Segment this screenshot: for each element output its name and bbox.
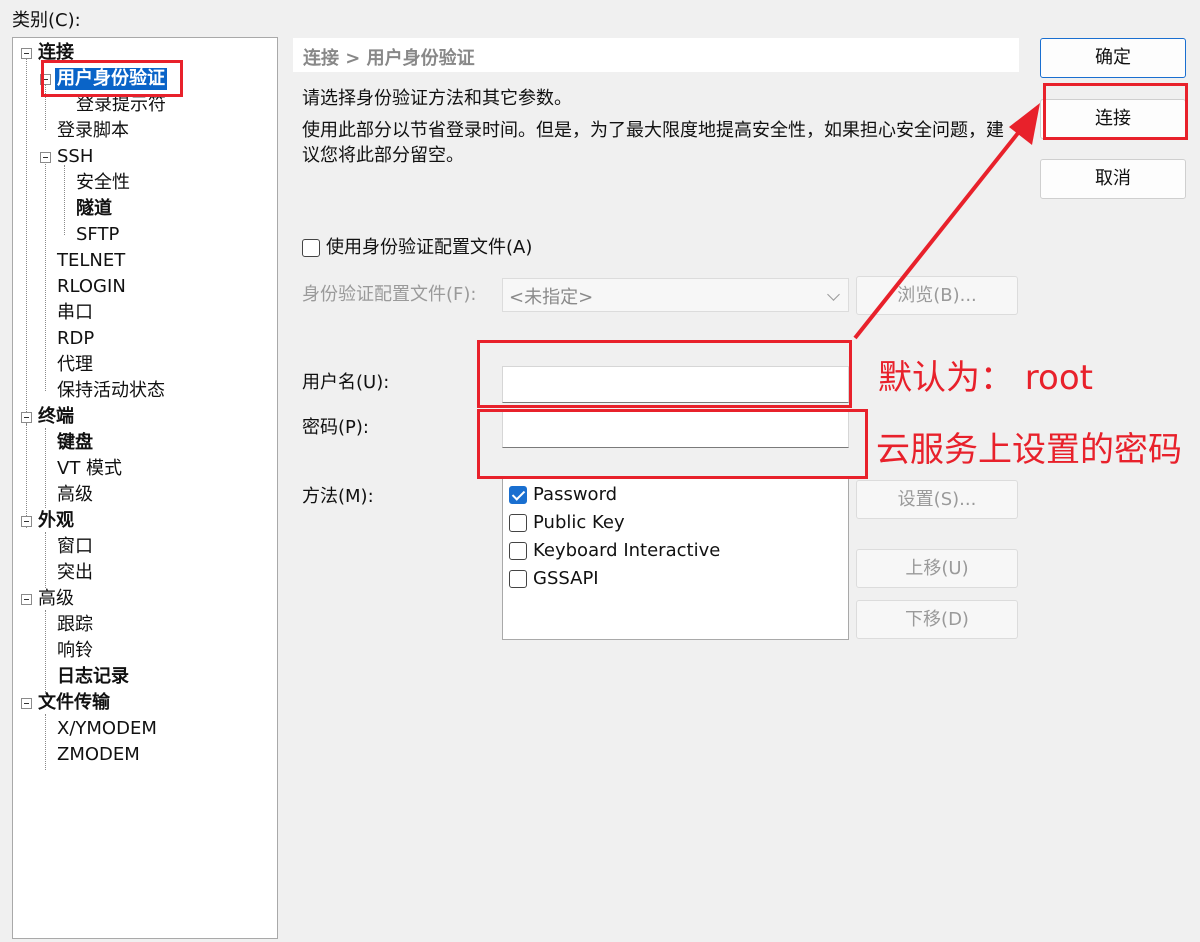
annotation-arrow <box>853 103 1040 340</box>
password-annotation: 云服务上设置的密码 <box>876 430 1182 470</box>
arrow-shaft <box>853 126 1024 340</box>
username-annotation: 默认为： root <box>878 358 1093 398</box>
